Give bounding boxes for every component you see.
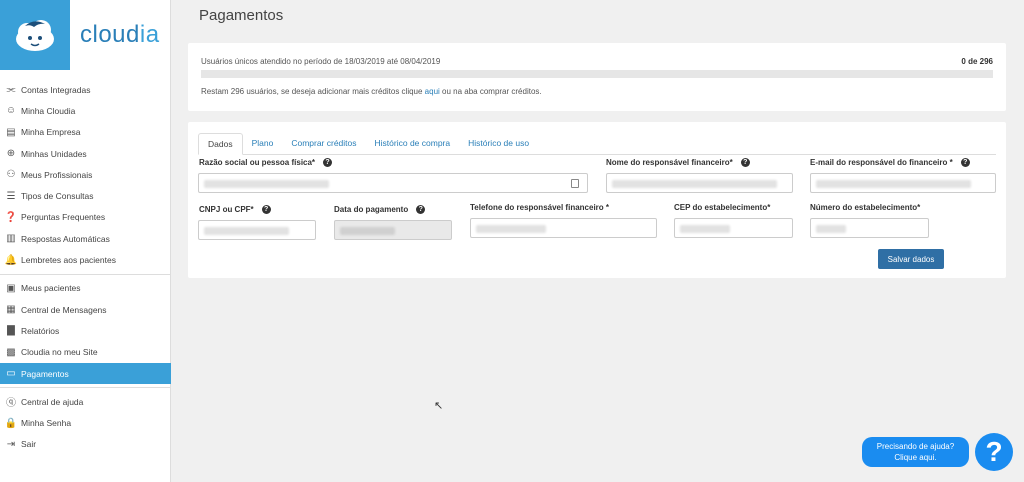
credits-count: 0 de 296 (961, 57, 993, 66)
contact-card-icon: ▣ (6, 282, 16, 294)
help-icon[interactable]: ? (323, 158, 333, 167)
sidebar-item-minha-senha[interactable]: 🔒 Minha Senha (0, 412, 171, 433)
cnpj-label: CNPJ ou CPF*? (199, 205, 271, 214)
payment-form-card: Dados Plano Comprar créditos Histórico d… (188, 122, 1006, 278)
telefone-input[interactable] (470, 218, 657, 238)
chat-icon: ▦ (6, 304, 16, 316)
sidebar-item-minhas-unidades[interactable]: ⊕ Minhas Unidades (0, 143, 171, 164)
responsavel-input[interactable] (606, 173, 793, 193)
telefone-label: Telefone do responsável financeiro * (470, 203, 609, 212)
help-circle-icon: ⓠ (6, 398, 16, 410)
widgets-icon: ▩ (6, 346, 16, 358)
cep-input[interactable] (674, 218, 793, 238)
sidebar-item-minha-empresa[interactable]: ▤ Minha Empresa (0, 122, 171, 143)
sidebar-item-respostas-automaticas[interactable]: ▥ Respostas Automáticas (0, 228, 171, 249)
help-icon[interactable]: ? (416, 205, 426, 214)
store-icon: ▤ (6, 126, 16, 138)
data-pagamento-input (334, 220, 452, 240)
tab-historico-de-uso[interactable]: Histórico de uso (459, 133, 538, 155)
numero-input[interactable] (810, 218, 929, 238)
nav-divider (0, 273, 171, 275)
credits-remaining-text: Restam 296 usuários, se deseja adicionar… (201, 87, 542, 96)
sidebar-item-contas-integradas[interactable]: ⫘ Contas Integradas (0, 79, 171, 100)
message-icon: ▥ (6, 233, 16, 245)
help-question-icon[interactable]: ? (975, 433, 1013, 471)
sidebar-item-central-de-ajuda[interactable]: ⓠ Central de ajuda (0, 391, 171, 412)
cnpj-input[interactable] (198, 220, 316, 240)
mouse-cursor-icon: ↖ (434, 400, 444, 412)
payment-tabs: Dados Plano Comprar créditos Histórico d… (198, 133, 996, 155)
numero-label: Número do estabelecimento* (810, 203, 921, 212)
page-title: Pagamentos (199, 7, 284, 24)
logout-icon: ⇥ (6, 438, 16, 450)
sidebar-item-lembretes[interactable]: 🔔 Lembretes aos pacientes (0, 249, 171, 270)
credit-card-icon: ▭ (6, 368, 16, 379)
email-label: E-mail do responsável do financeiro *? (810, 158, 970, 167)
responsavel-label: Nome do responsável financeiro*? (606, 158, 750, 167)
sidebar-item-tipos-de-consultas[interactable]: ☰ Tipos de Consultas (0, 185, 171, 206)
help-chat-bubble[interactable]: Precisando de ajuda? Clique aqui. (862, 437, 969, 467)
help-icon[interactable]: ? (261, 205, 271, 214)
plus-circle-icon: ⊕ (6, 148, 16, 160)
razao-social-label: Razão social ou pessoa física*? (199, 158, 333, 167)
list-icon: ☰ (6, 190, 16, 202)
save-button[interactable]: Salvar dados (878, 249, 944, 269)
share-icon: ⫘ (6, 84, 16, 96)
brand-name: cloudia (80, 21, 160, 48)
sidebar-item-meus-pacientes[interactable]: ▣ Meus pacientes (0, 278, 171, 299)
razao-social-input[interactable] (198, 173, 588, 193)
nav-divider (0, 387, 171, 389)
lock-icon: 🔒 (4, 417, 18, 429)
chart-icon: ▇ (7, 325, 15, 337)
sidebar: cloudia ⫘ Contas Integradas ☺ Minha Cloudi… (0, 0, 171, 482)
sidebar-item-central-de-mensagens[interactable]: ▦ Central de Mensagens (0, 299, 171, 320)
help-icon[interactable]: ? (960, 158, 970, 167)
tab-historico-de-compra[interactable]: Histórico de compra (366, 133, 460, 155)
tab-plano[interactable]: Plano (243, 133, 283, 155)
logo[interactable]: cloudia (0, 0, 171, 70)
bot-face-icon: ☺ (5, 105, 17, 117)
tab-comprar-creditos[interactable]: Comprar créditos (282, 133, 365, 155)
credits-period-text: Usuários únicos atendido no período de 1… (201, 57, 441, 66)
bell-icon: 🔔 (4, 254, 18, 266)
cloud-face-icon (0, 0, 70, 70)
sidebar-item-pagamentos[interactable]: ▭ Pagamentos (0, 362, 171, 385)
contact-card-icon[interactable] (571, 179, 579, 188)
cep-label: CEP do estabelecimento* (674, 203, 771, 212)
sidebar-item-perguntas-frequentes[interactable]: ❓ Perguntas Frequentes (0, 207, 171, 228)
people-icon: ⚇ (6, 169, 16, 181)
sidebar-item-minha-cloudia[interactable]: ☺ Minha Cloudia (0, 100, 171, 121)
help-icon[interactable]: ? (740, 158, 750, 167)
sidebar-item-relatorios[interactable]: ▇ Relatórios (0, 320, 171, 341)
sidebar-item-cloudia-no-meu-site[interactable]: ▩ Cloudia no meu Site (0, 342, 171, 363)
sidebar-item-sair[interactable]: ⇥ Sair (0, 434, 171, 455)
credits-progress-bar (201, 70, 993, 78)
question-box-icon: ❓ (4, 211, 18, 223)
email-input[interactable] (810, 173, 996, 193)
buy-credits-link[interactable]: aqui (425, 87, 440, 96)
data-pagamento-label: Data do pagamento? (334, 205, 426, 214)
sidebar-item-meus-profissionais[interactable]: ⚇ Meus Profissionais (0, 164, 171, 185)
sidebar-nav: ⫘ Contas Integradas ☺ Minha Cloudia ▤ Minha… (0, 79, 171, 455)
credits-card: Usuários únicos atendido no período de 1… (188, 43, 1006, 111)
tab-dados[interactable]: Dados (198, 133, 243, 155)
